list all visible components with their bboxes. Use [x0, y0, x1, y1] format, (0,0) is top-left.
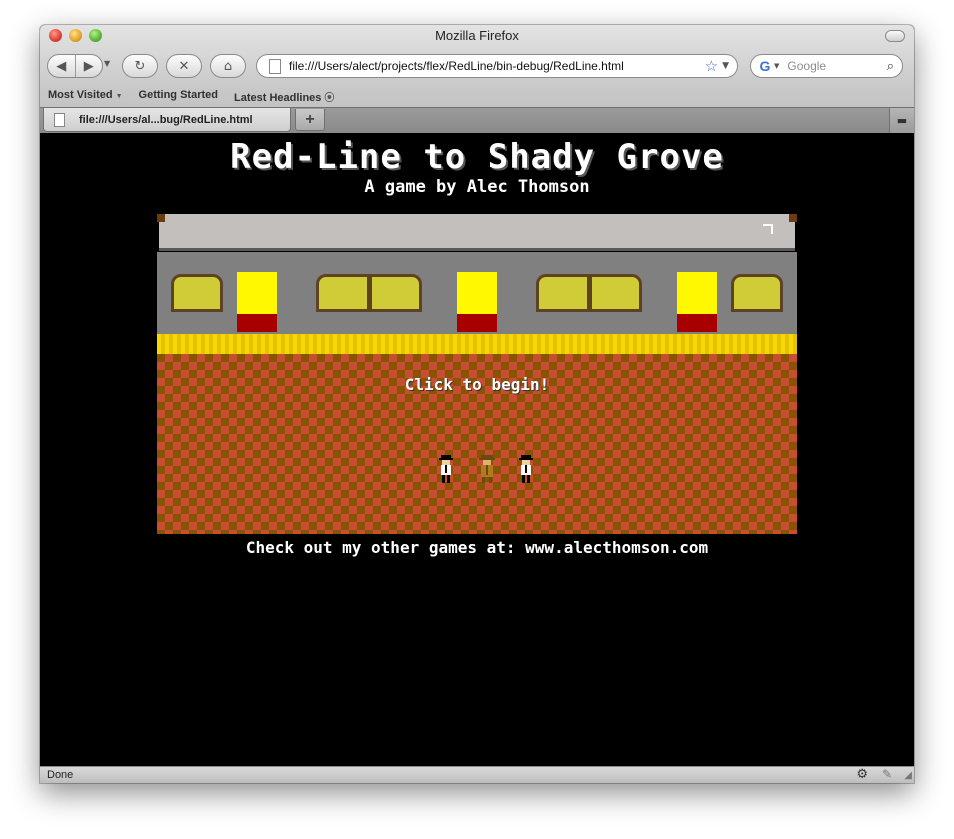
- back-button[interactable]: ◀: [48, 59, 75, 74]
- train-door-base: [677, 314, 717, 332]
- search-bar[interactable]: G ▼ Google ⌕: [750, 54, 903, 78]
- train-window: [369, 274, 422, 312]
- rss-icon: ⦿: [324, 93, 335, 104]
- ceiling-light-icon: [763, 224, 773, 234]
- page-title: Red-Line to Shady Grove: [230, 137, 724, 177]
- resize-grip-icon[interactable]: ◢: [904, 770, 912, 781]
- bookmark-latest-headlines[interactable]: Latest Headlines ⦿: [234, 89, 334, 105]
- platform-edge: [157, 334, 797, 354]
- window-title: Mozilla Firefox: [435, 28, 519, 43]
- search-engine-dropdown-icon[interactable]: ▼: [774, 62, 779, 70]
- train-wall: [157, 252, 797, 334]
- train-door: [237, 272, 277, 314]
- page-icon: [269, 58, 281, 74]
- tab-redline[interactable]: file:///Users/al...bug/RedLine.html: [43, 108, 291, 132]
- status-text: Done: [47, 769, 74, 781]
- page-content: Red-Line to Shady Grove A game by Alec T…: [40, 133, 914, 766]
- tab-label: file:///Users/al...bug/RedLine.html: [79, 113, 253, 126]
- browser-window: Mozilla Firefox ◀ ▶ ▼ ↻ ✕ ⌂ file:///User…: [40, 25, 914, 783]
- stop-button[interactable]: ✕: [166, 54, 202, 78]
- bookmark-label: Most Visited: [48, 89, 113, 101]
- google-icon[interactable]: G: [757, 58, 773, 74]
- bookmark-label: Latest Headlines: [233, 92, 322, 104]
- chevron-down-icon: ▼: [115, 93, 123, 100]
- addon-icon[interactable]: ✎: [882, 767, 892, 781]
- train-door-base: [237, 314, 277, 332]
- footer-link[interactable]: Check out my other games at: www.alectho…: [40, 538, 914, 557]
- train-window: [589, 274, 642, 312]
- ceiling-corner: [157, 214, 165, 222]
- gear-icon[interactable]: ⚙: [856, 767, 868, 782]
- forward-button[interactable]: ▶: [76, 59, 103, 74]
- toolbar-toggle-icon[interactable]: [885, 30, 905, 42]
- back-forward-buttons: ◀ ▶: [47, 54, 103, 78]
- status-bar: Done ⚙ ✎ ◢: [40, 766, 914, 783]
- url-bar[interactable]: file:///Users/alect/projects/flex/RedLin…: [256, 54, 738, 78]
- train-window: [536, 274, 590, 312]
- train-door: [457, 272, 497, 314]
- bookmark-star-icon[interactable]: ☆: [705, 57, 718, 75]
- page-icon: [54, 112, 65, 127]
- player-sprite: [479, 455, 495, 483]
- bookmark-most-visited[interactable]: Most Visited ▼: [48, 89, 123, 105]
- search-icon[interactable]: ⌕: [887, 59, 894, 74]
- url-dropdown-icon[interactable]: ▼: [722, 61, 729, 71]
- home-button[interactable]: ⌂: [210, 54, 246, 78]
- game-canvas[interactable]: Click to begin!: [157, 214, 797, 534]
- search-input[interactable]: Google: [787, 59, 886, 73]
- new-tab-button[interactable]: +: [295, 109, 325, 131]
- train-ceiling: [159, 214, 795, 251]
- train-window: [316, 274, 370, 312]
- tab-list-icon[interactable]: ▬: [889, 108, 914, 133]
- agent-sprite: [439, 455, 453, 483]
- tab-bar: file:///Users/al...bug/RedLine.html + ▬: [40, 107, 914, 134]
- train-door-base: [457, 314, 497, 332]
- train-window: [731, 274, 783, 312]
- ceiling-corner: [789, 214, 797, 222]
- url-input[interactable]: file:///Users/alect/projects/flex/RedLin…: [289, 59, 705, 73]
- agent-sprite: [519, 455, 533, 483]
- history-dropdown-icon[interactable]: ▼: [104, 59, 110, 68]
- train-door: [677, 272, 717, 314]
- reload-button[interactable]: ↻: [122, 54, 158, 78]
- bookmarks-bar: Most Visited ▼ Getting Started Latest Hea…: [48, 89, 334, 105]
- titlebar: Mozilla Firefox: [40, 25, 914, 47]
- train-window: [171, 274, 223, 312]
- start-message[interactable]: Click to begin!: [157, 375, 797, 394]
- page-subtitle: A game by Alec Thomson: [364, 177, 590, 197]
- browser-chrome: Mozilla Firefox ◀ ▶ ▼ ↻ ✕ ⌂ file:///User…: [40, 25, 914, 134]
- bookmark-getting-started[interactable]: Getting Started: [139, 89, 218, 105]
